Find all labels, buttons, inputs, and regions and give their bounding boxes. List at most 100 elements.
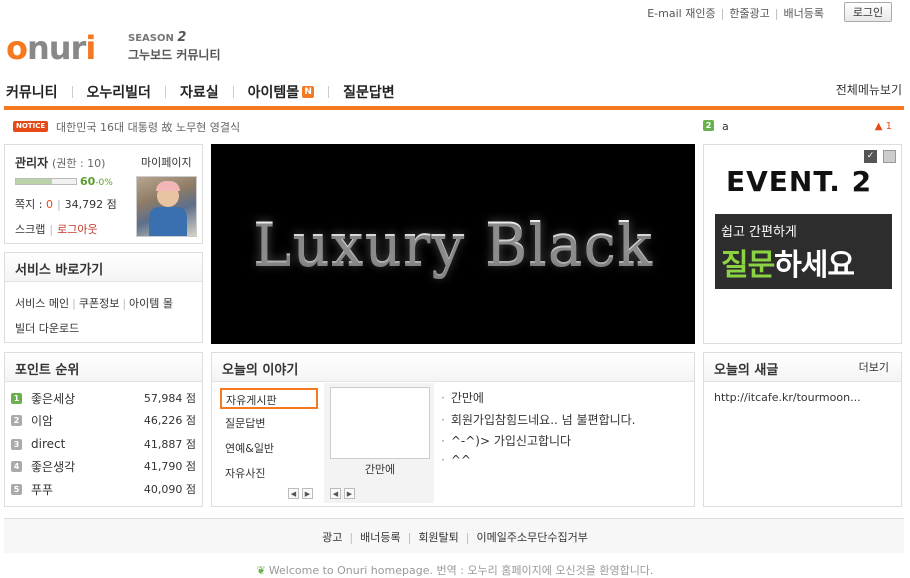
- prev-arrow-icon[interactable]: ◀: [288, 488, 299, 499]
- nav-underline: [4, 106, 904, 110]
- service-main-link[interactable]: 서비스 메인: [15, 297, 69, 310]
- builder-download-link[interactable]: 빌더 다운로드: [15, 322, 79, 335]
- event-box: ✓ EVENT. 2 쉽고 간편하게 질문하세요: [703, 144, 902, 344]
- tab-free-photo[interactable]: 자유사진: [220, 462, 318, 483]
- user-mail-points: 쪽지 : 0 | 34,792 점: [15, 198, 117, 211]
- today-post-title: 오늘의 새글 더보기: [704, 353, 901, 382]
- login-button[interactable]: 로그인: [844, 2, 892, 22]
- nav-qna[interactable]: 질문답변: [343, 82, 395, 102]
- list-item[interactable]: 4 좋은생각 41,790 점: [11, 455, 196, 477]
- story-post-link[interactable]: 간만에: [441, 389, 484, 406]
- checkbox-icon[interactable]: [883, 150, 896, 163]
- logo-tagline: 그누보드 커뮤니티: [128, 48, 221, 62]
- mypage-link[interactable]: 마이페이지: [141, 154, 192, 170]
- rank-points: 40,090 점: [143, 483, 196, 496]
- logout-link[interactable]: 로그아웃: [57, 223, 97, 236]
- footer-withdraw-link[interactable]: 회원탈퇴: [418, 531, 458, 544]
- event-small-text: 쉽고 간편하게: [721, 225, 797, 240]
- mail-link[interactable]: 쪽지 : 0: [15, 198, 53, 211]
- rank-points: 46,226 점: [143, 414, 196, 427]
- nav-onuri-builder[interactable]: 오누리빌더: [87, 82, 151, 102]
- user-points: 34,792 점: [64, 198, 117, 211]
- separator: [232, 86, 234, 98]
- list-item[interactable]: 5 푸푸 40,090 점: [11, 478, 196, 500]
- rank-points: 57,984 점: [143, 392, 196, 405]
- story-post-link[interactable]: ^-^)> 가입신고합니다: [441, 432, 571, 449]
- nav-community[interactable]: 커뮤니티: [6, 82, 58, 102]
- tab-free-board[interactable]: 자유게시판: [220, 388, 318, 409]
- rank-points: 41,790 점: [143, 460, 196, 473]
- check-icon[interactable]: ✓: [864, 150, 877, 163]
- next-arrow-icon[interactable]: ▶: [302, 488, 313, 499]
- search-rank-number: 2: [703, 120, 714, 131]
- today-story-box: 오늘의 이야기 자유게시판 질문답변 연예&일반 자유사진 ◀ ▶ 간만에 ◀ …: [211, 352, 695, 507]
- separator: |: [774, 6, 779, 20]
- rank-points: 41,887 점: [143, 438, 196, 451]
- notice-badge: NOTICE: [13, 121, 49, 132]
- rank-name: 좋은생각: [31, 459, 76, 474]
- notice-text[interactable]: 대한민국 16대 대통령 故 노무현 영결식: [56, 119, 240, 135]
- nav-item-mall[interactable]: 아이템몰 N: [248, 82, 315, 102]
- oneline-ad-link[interactable]: 한줄광고: [729, 5, 769, 21]
- coupon-info-link[interactable]: 쿠폰정보: [79, 297, 119, 310]
- service-links: 서비스 메인 | 쿠폰정보 | 아이템 몰 빌더 다운로드: [15, 297, 174, 335]
- service-title: 서비스 바로가기: [5, 253, 202, 282]
- story-post-link[interactable]: 회원가입참힘드네요.. 넘 불편합니다.: [441, 411, 636, 428]
- point-ranking-title: 포인트 순위: [5, 353, 202, 382]
- today-post-link[interactable]: http://itcafe.kr/tourmoon...: [714, 391, 894, 404]
- point-ranking-box: 포인트 순위 1 좋은세상 57,984 점 2 이암 46,226 점 3 d…: [4, 352, 203, 507]
- more-link[interactable]: 더보기: [859, 359, 889, 375]
- rank-badge: 5: [11, 483, 22, 495]
- arrow-up-icon: ▲: [874, 121, 883, 132]
- new-badge-icon: N: [302, 86, 315, 98]
- next-arrow-icon[interactable]: ▶: [344, 488, 355, 499]
- footer-banner-link[interactable]: 배너등록: [360, 531, 400, 544]
- main-banner[interactable]: Luxury Black: [211, 144, 695, 344]
- all-menu-link[interactable]: 전체메뉴보기: [836, 81, 902, 98]
- tab-qna[interactable]: 질문답변: [220, 412, 318, 433]
- category-pager: ◀ ▶: [288, 488, 313, 499]
- rank-name: 푸푸: [31, 482, 54, 497]
- leaf-icon: ❦: [256, 564, 266, 577]
- event-big-text: 질문하세요: [721, 248, 855, 283]
- scrap-link[interactable]: 스크랩: [15, 223, 45, 236]
- site-logo[interactable]: onuri: [6, 28, 96, 67]
- list-item[interactable]: 3 direct 41,887 점: [11, 433, 196, 455]
- main-navigation: 커뮤니티 오누리빌더 자료실 아이템몰 N 질문답변: [6, 82, 395, 102]
- separator: [328, 86, 330, 98]
- banner-register-link[interactable]: 배너등록: [784, 5, 824, 21]
- footer-ad-link[interactable]: 광고: [322, 531, 342, 544]
- rank-change-value: 1: [885, 121, 892, 132]
- avatar: [136, 176, 197, 237]
- footer-email-policy-link[interactable]: 이메일주소무단수집거부: [477, 531, 588, 544]
- user-info-box: 관리자 (권한 : 10) 마이페이지 60-0% 쪽지 : 0 | 34,792 …: [4, 144, 203, 244]
- rank-name: 좋은세상: [31, 391, 76, 406]
- user-level: (권한 : 10): [51, 157, 106, 170]
- separator: |: [720, 6, 725, 20]
- level-progress-percent: 60-0%: [80, 175, 113, 188]
- rank-badge: 4: [11, 460, 22, 472]
- nav-resources[interactable]: 자료실: [180, 82, 219, 102]
- list-item[interactable]: 1 좋은세상 57,984 점: [11, 387, 196, 409]
- story-thumbnail[interactable]: [330, 387, 430, 459]
- story-post-link[interactable]: ^^: [441, 453, 471, 467]
- email-reverify-link[interactable]: E-mail 재인증: [647, 5, 715, 21]
- rank-name: 이암: [31, 413, 54, 428]
- footer-copyright: ❦ Welcome to Onuri homepage. 번역 : 오누리 홈페이…: [256, 564, 654, 577]
- item-mall-link[interactable]: 아이템 몰: [129, 297, 173, 310]
- search-rank-word[interactable]: a: [722, 120, 729, 133]
- logo-wordmark: onuri: [6, 29, 96, 67]
- footer-links: 광고 | 배너등록 | 회원탈퇴 | 이메일주소무단수집거부: [322, 531, 588, 544]
- top-utility-links: E-mail 재인증 | 한줄광고 | 배너등록: [647, 5, 824, 21]
- logo-subtitle: SEASON 2 그누보드 커뮤니티: [128, 30, 221, 63]
- thumb-pager: ◀ ▶: [330, 488, 355, 499]
- list-item[interactable]: 2 이암 46,226 점: [11, 409, 196, 431]
- prev-arrow-icon[interactable]: ◀: [330, 488, 341, 499]
- level-progress-fill: [16, 179, 52, 184]
- level-progress-bar: [15, 178, 77, 185]
- story-thumbnail-caption[interactable]: 간만에: [330, 461, 430, 477]
- rank-badge: 2: [11, 414, 22, 426]
- user-links: 스크랩 | 로그아웃: [15, 223, 98, 236]
- event-panel[interactable]: 쉽고 간편하게 질문하세요: [715, 214, 892, 289]
- tab-entertainment[interactable]: 연예&일반: [220, 437, 318, 458]
